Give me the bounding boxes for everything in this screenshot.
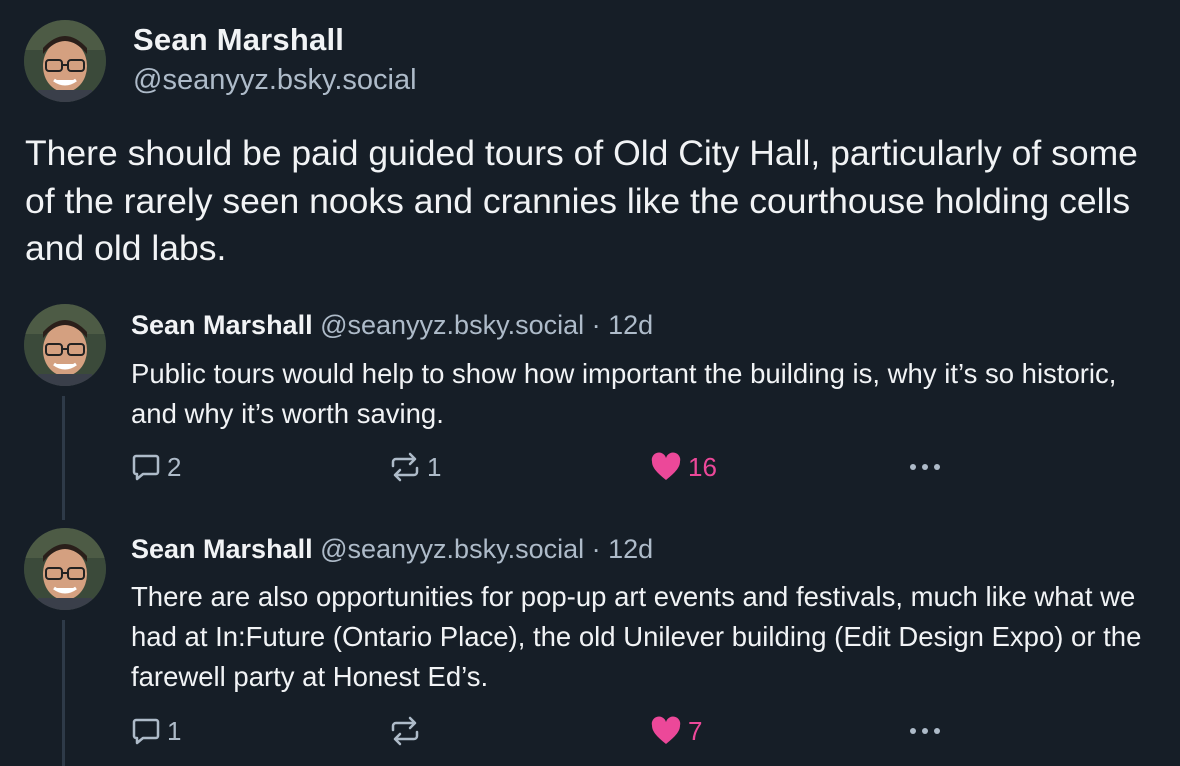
post-author-name[interactable]: Sean Marshall: [133, 22, 344, 58]
thread-connector: [62, 396, 65, 520]
like-count: 16: [688, 451, 717, 482]
post-author-handle[interactable]: @seanyyz.bsky.social: [133, 64, 417, 97]
like-button[interactable]: 16: [650, 450, 717, 484]
avatar-image: [24, 304, 106, 386]
repost-button[interactable]: 1: [389, 450, 441, 484]
reply-timestamp[interactable]: 12d: [608, 310, 653, 340]
avatar[interactable]: [24, 528, 106, 610]
more-dots-icon[interactable]: [910, 728, 940, 734]
reply-text: There are also opportunities for pop-up …: [131, 581, 1142, 692]
like-count: 7: [688, 715, 703, 746]
reply-count: 1: [167, 715, 182, 746]
heart-icon: [651, 716, 681, 744]
separator-dot: ·: [591, 310, 601, 340]
reply-timestamp[interactable]: 12d: [608, 534, 653, 564]
avatar-image: [24, 20, 106, 102]
reply-header: Sean Marshall @seanyyz.bsky.social · 12d: [131, 532, 653, 566]
thread-connector: [62, 620, 65, 766]
separator-dot: ·: [591, 534, 601, 564]
thread-view: Sean Marshall @seanyyz.bsky.social There…: [0, 0, 1180, 766]
reply-author-name[interactable]: Sean Marshall: [131, 310, 313, 340]
speech-bubble-icon: [132, 718, 160, 745]
avatar[interactable]: [24, 304, 106, 386]
reply-count: 2: [167, 451, 182, 482]
avatar-image: [24, 528, 106, 610]
more-dots-icon[interactable]: [910, 464, 940, 470]
repost-button[interactable]: [389, 714, 427, 748]
repost-arrows-icon: [391, 452, 419, 482]
post-text: There should be paid guided tours of Old…: [25, 133, 1138, 268]
repost-arrows-icon: [391, 716, 419, 746]
reply-header: Sean Marshall @seanyyz.bsky.social · 12d: [131, 308, 653, 342]
reply-button[interactable]: 1: [131, 714, 181, 748]
avatar[interactable]: [24, 20, 106, 102]
reply-text: Public tours would help to show how impo…: [131, 358, 1117, 429]
like-button[interactable]: 7: [650, 714, 702, 748]
reply-button[interactable]: 2: [131, 450, 181, 484]
heart-icon: [651, 452, 681, 480]
speech-bubble-icon: [132, 454, 160, 481]
repost-count: 1: [427, 451, 442, 482]
reply-author-name[interactable]: Sean Marshall: [131, 534, 313, 564]
reply-author-handle[interactable]: @seanyyz.bsky.social: [320, 310, 584, 340]
reply-author-handle[interactable]: @seanyyz.bsky.social: [320, 534, 584, 564]
